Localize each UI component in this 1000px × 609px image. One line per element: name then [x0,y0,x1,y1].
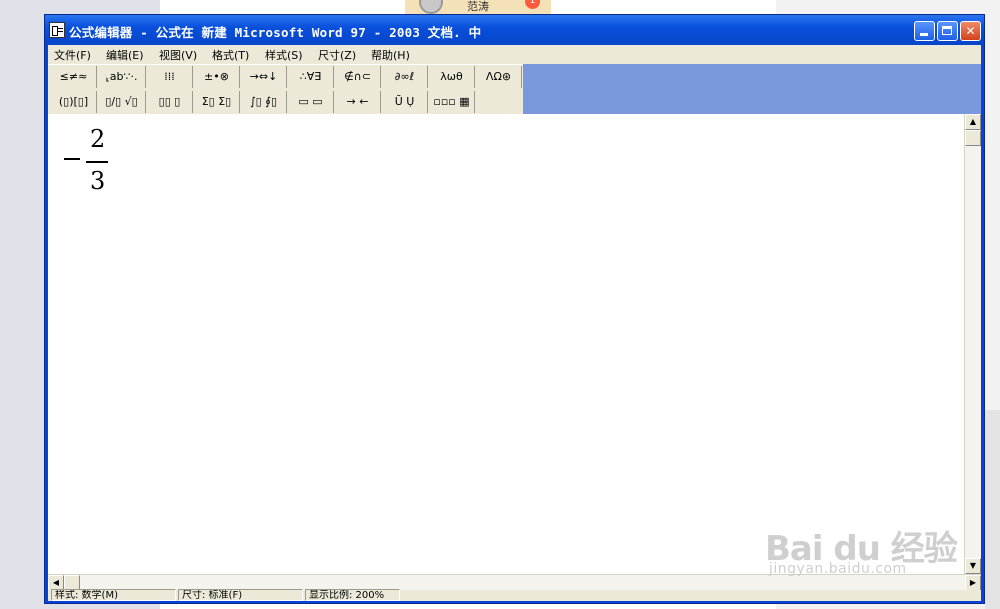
menu-view[interactable]: 视图(V) [159,47,197,63]
fraction-bar [86,161,108,163]
vertical-scroll-thumb[interactable] [965,130,981,146]
menu-style[interactable]: 样式(S) [265,47,303,63]
user-name: 范涛 [467,0,489,13]
palette-empty-area [523,64,981,114]
background-right-strip [985,410,1000,609]
operator-symbols-button[interactable]: ±•⊗ [194,66,240,88]
watermark-site: jingyan.baidu.com [769,561,907,577]
set-theory-button[interactable]: ∉∩⊂ [335,66,381,88]
overbar-underbar-button[interactable]: ▭ ▭ [288,91,334,113]
summation-templates-button[interactable]: Σ▯ Σ▯ [194,91,240,113]
fraction-expression[interactable]: 2 3 [64,124,110,204]
products-set-theory-button[interactable]: Ū Ụ [382,91,428,113]
palette-row-templates: (▯)[▯] ▯/▯ √▯ ▯▯ ▯ Σ▯ Σ▯ ∫▯ ∮▯ ▭ ▭ → ← Ū… [48,90,523,114]
minimize-icon [920,33,928,36]
status-bar: 样式: 数学(M) 尺寸: 标准(F) 显示比例: 200% [48,589,981,601]
menu-bar: 文件(F) 编辑(E) 视图(V) 格式(T) 样式(S) 尺寸(Z) 帮助(H… [48,45,981,64]
menu-help[interactable]: 帮助(H) [371,47,410,63]
close-button[interactable]: ✕ [960,21,981,41]
misc-symbols-button[interactable]: ∂∞ℓ [382,66,428,88]
status-style: 样式: 数学(M) [51,589,176,601]
integral-templates-button[interactable]: ∫▯ ∮▯ [241,91,287,113]
notification-badge: 1 [525,0,540,9]
relational-symbols-button[interactable]: ≤≠≈ [51,66,97,88]
app-icon[interactable] [49,22,65,38]
greek-uppercase-button[interactable]: ΛΩ⊛ [476,66,522,88]
maximize-button[interactable] [937,21,958,41]
greek-lowercase-button[interactable]: λωθ [429,66,475,88]
menu-file[interactable]: 文件(F) [54,47,91,63]
scroll-up-button[interactable]: ▲ [965,114,981,130]
palette-row-symbols: ≤≠≈ ⸤ab∵·. ⁞⁞⁞ ±•⊗ →⇔↓ ∴∀∃ ∉∩⊂ ∂∞ℓ λωθ Λ… [48,65,523,89]
embellishments-button[interactable]: ⁞⁞⁞ [147,66,193,88]
minimize-button[interactable] [914,21,935,41]
subscript-superscript-button[interactable]: ▯▯ ▯ [147,91,193,113]
status-size: 尺寸: 标准(F) [178,589,303,601]
fence-templates-button[interactable]: (▯)[▯] [51,91,97,113]
fraction-radical-button[interactable]: ▯/▯ √▯ [98,91,146,113]
menu-format[interactable]: 格式(T) [212,47,249,63]
arrow-symbols-button[interactable]: →⇔↓ [241,66,287,88]
fraction-numerator[interactable]: 2 [90,124,105,154]
maximize-icon [942,26,952,35]
baidu-watermark: Bai du 经验 jingyan.baidu.com [765,503,985,585]
fraction-denominator[interactable]: 3 [90,166,105,196]
matrix-templates-button[interactable]: ▫▫▫ ▦ [429,91,475,113]
logical-symbols-button[interactable]: ∴∀∃ [288,66,334,88]
horizontal-scroll-thumb[interactable] [64,575,80,590]
symbol-palette: ≤≠≈ ⸤ab∵·. ⁞⁞⁞ ±•⊗ →⇔↓ ∴∀∃ ∉∩⊂ ∂∞ℓ λωθ Λ… [48,64,523,115]
title-bar[interactable]: 公式编辑器 - 公式在 新建 Microsoft Word 97 - 2003 … [45,15,984,45]
avatar [419,0,443,14]
menu-edit[interactable]: 编辑(E) [106,47,144,63]
labeled-arrow-button[interactable]: → ← [335,91,381,113]
spaces-ellipses-button[interactable]: ⸤ab∵·. [98,66,146,88]
status-zoom: 显示比例: 200% [305,589,400,601]
minus-sign [64,158,80,160]
menu-size[interactable]: 尺寸(Z) [318,47,356,63]
window-title: 公式编辑器 - 公式在 新建 Microsoft Word 97 - 2003 … [69,25,482,40]
